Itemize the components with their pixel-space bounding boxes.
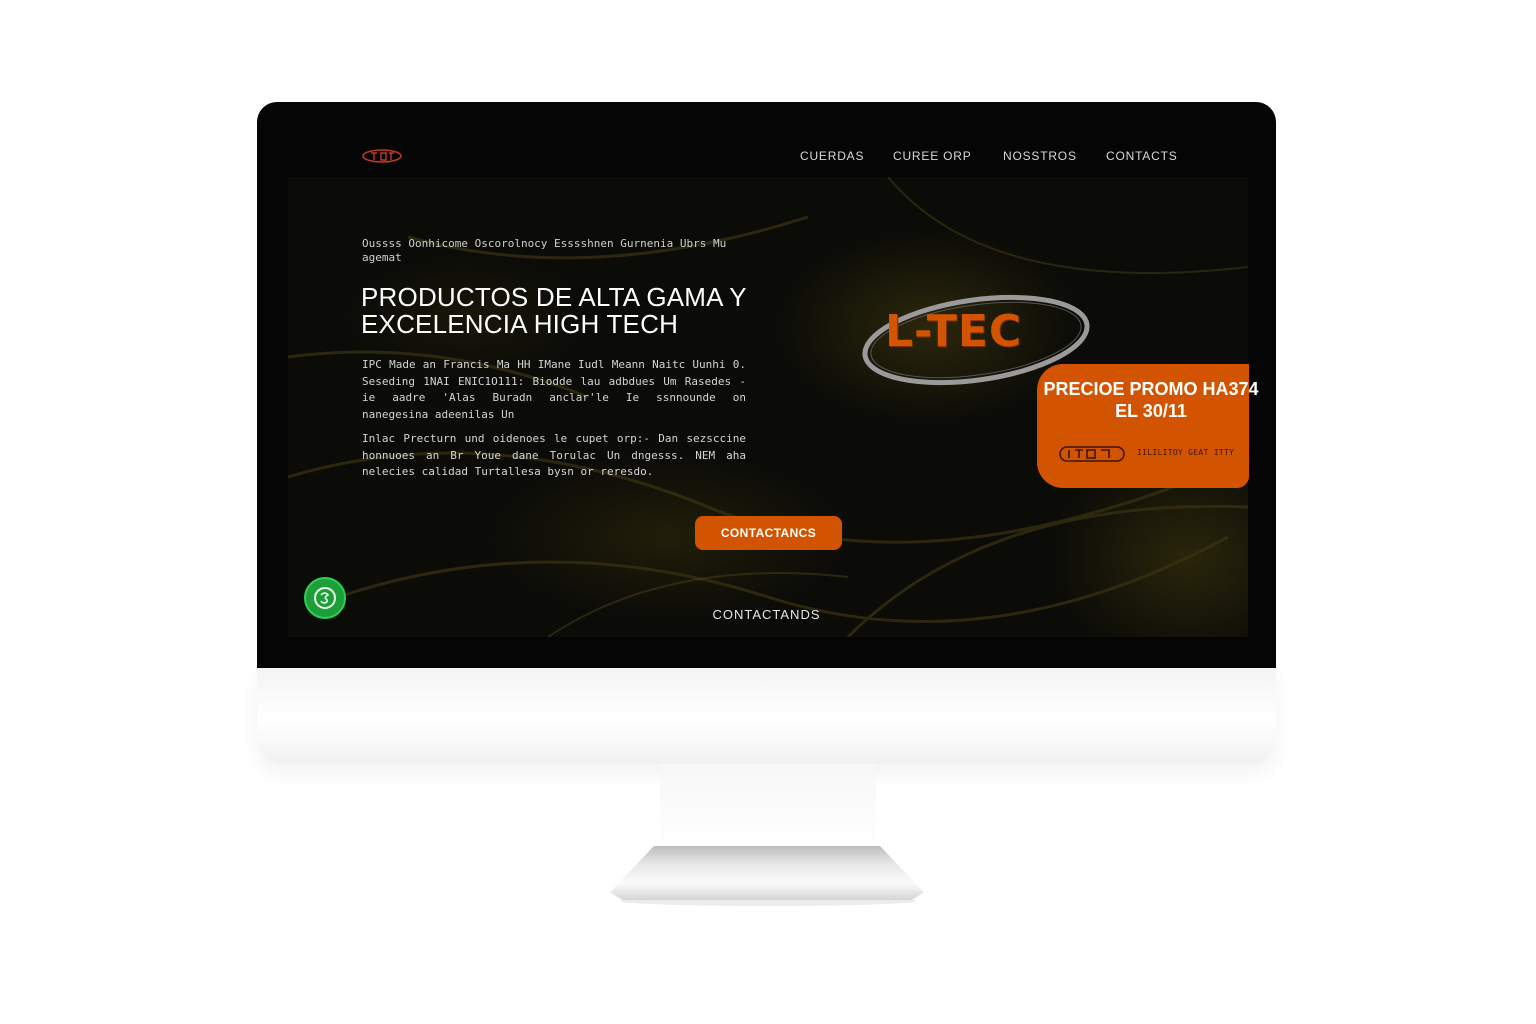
whatsapp-icon (314, 587, 336, 609)
monitor-screen: CUERDAS CUREE ORP NOSSTROS CONTACTS Ouss… (257, 102, 1276, 668)
promo-brand-logo-icon (1059, 446, 1125, 462)
hero-body-paragraph-2: Inlac Precturn und oidenoes le cupet orp… (362, 432, 746, 478)
promo-card[interactable]: PRECIOE PROMO HA374 EL 30/11 IILILITOY G… (1037, 364, 1259, 488)
monitor-stand-neck (660, 764, 876, 848)
hero-eyebrow: Oussss Oonhicome Oscorolnocy Esssshnen G… (362, 237, 727, 264)
whatsapp-button[interactable] (304, 577, 346, 619)
nav-item-contacts[interactable]: CONTACTS (1106, 149, 1178, 163)
monitor-stand-base (610, 846, 924, 900)
promo-tag: IILILITOY GEAT ITTY (1137, 448, 1235, 457)
nav-item-cuerdas[interactable]: CUERDAS (800, 149, 864, 163)
contact-cta-button[interactable]: CONTACTANCS (695, 516, 842, 550)
hero-headline: PRODUCTOS DE ALTA GAMA Y EXCELENCIA HIGH… (361, 282, 747, 339)
monitor-chin (257, 668, 1276, 764)
secondary-contact-label[interactable]: CONTACTANDS (712, 607, 820, 622)
hero-body-paragraph-1: IPC Made an Francis Ma HH IMane Iudl Mea… (362, 358, 746, 421)
nav-item-nosotros[interactable]: NOSSTROS (1003, 149, 1077, 163)
top-navigation: CUERDAS CUREE ORP NOSSTROS CONTACTS (257, 149, 1276, 167)
ltec-logo-text: L-TEC (885, 306, 1023, 357)
promo-title: PRECIOE PROMO HA374 EL 30/11 (1043, 379, 1259, 421)
nav-item-curee-orp[interactable]: CUREE ORP (893, 149, 972, 163)
secondary-contact-link: CONTACTANDS (257, 607, 1276, 622)
